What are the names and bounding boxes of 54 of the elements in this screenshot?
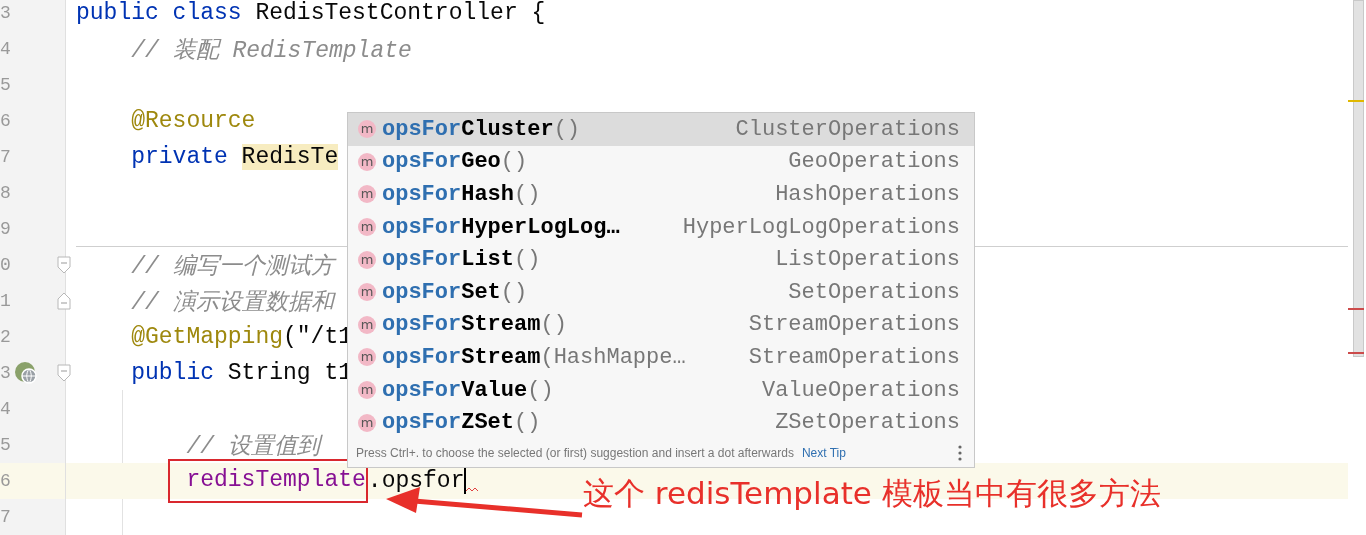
error-squiggle [466, 487, 479, 493]
method-icon: m [358, 381, 376, 400]
line-number: 6 [0, 111, 11, 131]
line-number: 6 [0, 471, 11, 491]
code-comment: // 演示设置数据和 [131, 288, 334, 317]
completion-item[interactable]: m opsForZSet() ZSetOperations [348, 406, 974, 439]
line-number: 4 [0, 399, 11, 419]
fold-icon[interactable] [57, 292, 71, 310]
fold-icon[interactable] [57, 256, 71, 274]
annotation: @GetMapping [131, 324, 283, 350]
line-number: 9 [0, 219, 11, 239]
method-icon: m [358, 218, 376, 237]
completion-item[interactable]: m opsForHash() HashOperations [348, 178, 974, 211]
line-number: 3 [0, 363, 11, 383]
method-icon: m [358, 283, 376, 302]
method-icon: m [358, 152, 376, 171]
line-number: 8 [0, 183, 11, 203]
keyword: public class [76, 0, 243, 26]
line-number: 7 [0, 147, 11, 167]
method-icon: m [358, 348, 376, 367]
line-number: 3 [0, 3, 11, 23]
keyword: public [131, 360, 215, 386]
method-icon: m [358, 185, 376, 204]
annotation: @Resource [131, 108, 256, 134]
code-comment: // 装配 RedisTemplate [131, 36, 412, 65]
line-number: 4 [0, 39, 11, 59]
fold-icon[interactable] [57, 364, 71, 382]
method-icon: m [358, 413, 376, 432]
more-icon[interactable] [958, 444, 962, 461]
highlighted-code: RedisTe [241, 144, 339, 170]
code-text: RedisTestController { [255, 0, 546, 26]
completion-item[interactable]: m opsForList() ListOperations [348, 243, 974, 276]
keyword: private [131, 144, 229, 170]
line-number: 5 [0, 75, 11, 95]
completion-item[interactable]: m opsForValue() ValueOperations [348, 373, 974, 407]
text-cursor [464, 468, 467, 494]
line-number: 7 [0, 507, 11, 527]
field-name: redisTemplate [186, 467, 366, 493]
hint-text: Press Ctrl+. to choose the selected (or first) suggestion and insert a dot afterwards [356, 445, 794, 460]
completion-item[interactable]: m opsForCluster() ClusterOperations [348, 113, 974, 146]
line-number: 1 [0, 291, 11, 311]
completion-item[interactable]: m opsForHyperLogLog… HyperLogLogOperations [348, 210, 974, 244]
line-number: 2 [0, 327, 11, 347]
completion-item[interactable]: m opsForSet() SetOperations [348, 275, 974, 309]
method-icon: m [358, 250, 376, 269]
method-icon: m [358, 315, 376, 334]
next-tip-link[interactable]: Next Tip [801, 445, 846, 460]
line-number: 5 [0, 435, 11, 455]
annotation-text: 这个 redisTemplate 模板当中有很多方法 [583, 474, 1161, 513]
globe-leaf-icon[interactable] [14, 361, 38, 385]
completion-item[interactable]: m opsForGeo() GeoOperations [348, 145, 974, 179]
code-text: .opsfor [367, 468, 465, 494]
method-icon: m [358, 120, 376, 139]
line-number: 0 [0, 255, 11, 275]
